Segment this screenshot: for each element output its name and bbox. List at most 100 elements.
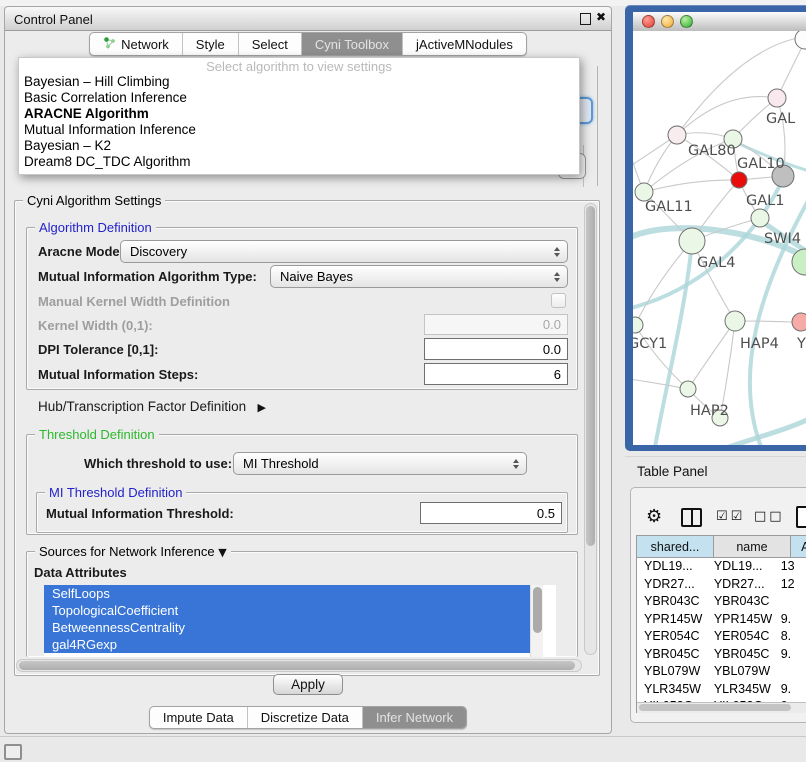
column-header-name[interactable]: name — [714, 536, 791, 558]
mi-algorithm-type-label: Mutual Information Algorithm Type: — [38, 269, 257, 284]
manual-kernel-width-checkbox[interactable] — [551, 293, 566, 308]
network-node-hap4[interactable] — [725, 311, 745, 331]
table-row[interactable]: YDR27...YDR27...12 — [637, 576, 806, 594]
table-row[interactable]: YDL19...YDL19...13 — [637, 558, 806, 576]
settings-vertical-scrollbar-thumb[interactable] — [586, 206, 595, 546]
table-row[interactable]: YPR145WYPR145W9. — [637, 611, 806, 629]
network-node-gal80[interactable] — [668, 126, 686, 144]
node-label-y: Y — [796, 336, 806, 352]
close-traffic-light-icon[interactable] — [642, 15, 655, 28]
stepper-arrows-icon — [513, 459, 519, 469]
network-window-titlebar[interactable] — [633, 12, 806, 32]
table-row[interactable]: YLR345WYLR345W9. — [637, 681, 806, 699]
node-label-hap2: HAP2 — [690, 403, 729, 419]
table-cell: 12 — [777, 576, 806, 594]
algorithm-option-basic-correlation-inference[interactable]: Basic Correlation Inference — [19, 90, 579, 106]
table-row[interactable]: YER054CYER054C8. — [637, 628, 806, 646]
table-horizontal-scrollbar[interactable] — [637, 702, 806, 713]
table-row[interactable]: YBL079WYBL079W — [637, 663, 806, 681]
kernel-width-field[interactable] — [424, 314, 568, 335]
mi-threshold-field[interactable] — [420, 502, 562, 524]
network-node-top-partial[interactable] — [795, 31, 806, 49]
network-node-swi4[interactable] — [751, 209, 769, 227]
bottom-divider — [0, 736, 806, 737]
network-canvas[interactable]: GALGAL80GAL10GAL1GAL11SWI4GAL4GCY1HAP4YH… — [633, 31, 806, 445]
data-attributes-label: Data Attributes — [34, 565, 127, 580]
tab-cyni-toolbox[interactable]: Cyni Toolbox — [301, 33, 402, 55]
algorithm-definition-title: Algorithm Definition — [35, 220, 156, 235]
settings-horizontal-scrollbar[interactable] — [16, 659, 582, 672]
attributes-scrollbar[interactable] — [530, 585, 543, 657]
algorithm-option-bayesian-hill-climbing[interactable]: Bayesian – Hill Climbing — [19, 74, 579, 90]
table-cell: 13 — [777, 558, 806, 576]
algorithm-option-dream8-dc-tdc-algorithm[interactable]: Dream8 DC_TDC Algorithm — [19, 154, 579, 170]
zoom-traffic-light-icon[interactable] — [680, 15, 693, 28]
attributes-scrollbar-thumb[interactable] — [533, 587, 542, 633]
table-cell: 9. — [777, 611, 806, 629]
tab-impute-data[interactable]: Impute Data — [150, 707, 247, 728]
mi-steps-field[interactable] — [424, 363, 568, 385]
node-label-gal1: GAL1 — [746, 193, 784, 209]
close-icon[interactable]: ✖ — [596, 11, 606, 23]
table-cell: YER054C — [707, 628, 777, 646]
stepper-arrows-icon — [554, 247, 560, 257]
attribute-item-gal4rgexp[interactable]: gal4RGexp — [44, 636, 531, 653]
bottom-tab-bar: Impute DataDiscretize Data Infer Network — [149, 706, 467, 729]
minimize-traffic-light-icon[interactable] — [661, 15, 674, 28]
table-panel-title: Table Panel — [637, 464, 708, 479]
tab-jactivemnodules[interactable]: jActiveMNodules — [402, 33, 526, 55]
tab-discretize-data[interactable]: Discretize Data — [247, 707, 362, 728]
collapsed-panel-icon[interactable] — [4, 744, 22, 760]
tab-infer-network[interactable]: Infer Network — [362, 707, 466, 728]
algorithm-option-bayesian-k2[interactable]: Bayesian – K2 — [19, 138, 579, 154]
algorithm-option-aracne-algorithm[interactable]: ARACNE Algorithm — [19, 106, 579, 122]
table-cell: YBR043C — [637, 593, 707, 611]
tab-select[interactable]: Select — [238, 33, 301, 55]
tab-label: Infer Network — [376, 710, 453, 725]
float-window-icon[interactable] — [580, 13, 591, 25]
select-all-checkboxes-icon[interactable]: ☑☑ — [716, 509, 745, 524]
covered-groupbox-border — [597, 66, 598, 186]
tab-label: Select — [252, 37, 288, 52]
mi-threshold-label: Mutual Information Threshold: — [46, 506, 234, 521]
split-columns-icon[interactable] — [681, 508, 702, 527]
attribute-item-betweennesscentrality[interactable]: BetweennessCentrality — [44, 619, 531, 636]
page-icon[interactable] — [796, 506, 806, 528]
dpi-tolerance-field[interactable] — [424, 338, 568, 360]
table-horizontal-scrollbar-thumb[interactable] — [639, 704, 791, 711]
which-threshold-value: MI Threshold — [243, 456, 319, 471]
table-settings-gear-icon[interactable]: ⚙ — [646, 506, 662, 527]
table-row[interactable]: YBR045CYBR045C9. — [637, 646, 806, 664]
tab-style[interactable]: Style — [182, 33, 238, 55]
network-node-gcy1[interactable] — [633, 317, 643, 333]
control-panel-titlebar[interactable] — [5, 7, 611, 31]
which-threshold-label: Which threshold to use: — [84, 456, 232, 471]
network-node-hap2[interactable] — [680, 381, 696, 397]
column-header-a[interactable]: A... — [791, 536, 806, 558]
column-header-shared[interactable]: shared... — [637, 536, 714, 558]
network-node-gal4[interactable] — [679, 228, 705, 254]
tab-network[interactable]: Network — [90, 33, 182, 55]
algorithm-option-mutual-information-inference[interactable]: Mutual Information Inference — [19, 122, 579, 138]
attribute-item-selfloops[interactable]: SelfLoops — [44, 585, 531, 602]
settings-vertical-scrollbar[interactable] — [584, 203, 597, 655]
expanded-arrow-icon: ▼ — [218, 546, 226, 559]
attribute-item-topologicalcoefficient[interactable]: TopologicalCoefficient — [44, 602, 531, 619]
apply-button[interactable]: Apply — [273, 674, 343, 695]
table-row[interactable]: YBR043CYBR043C — [637, 593, 806, 611]
aracne-mode-combobox[interactable]: Discovery — [120, 240, 568, 263]
which-threshold-combobox[interactable]: MI Threshold — [233, 452, 527, 475]
hub-definition-section[interactable]: Hub/Transcription Factor Definition ▶ — [38, 398, 266, 416]
data-attributes-list[interactable]: SelfLoopsTopologicalCoefficientBetweenne… — [44, 585, 556, 657]
network-node-red-selected[interactable] — [731, 172, 747, 188]
settings-horizontal-scrollbar-thumb[interactable] — [19, 661, 575, 670]
tab-label: Style — [196, 37, 225, 52]
algorithm-dropdown-list: Select algorithm to view settings Bayesi… — [18, 57, 580, 175]
panel-split-divider — [625, 456, 806, 457]
deselect-all-checkboxes-icon[interactable]: □□ — [754, 509, 785, 524]
mi-algorithm-type-combobox[interactable]: Naive Bayes — [270, 265, 568, 288]
network-node-pink-top[interactable] — [768, 89, 786, 107]
network-node-salmon[interactable] — [792, 313, 806, 331]
sources-group-title[interactable]: Sources for Network Inference ▼ — [35, 544, 231, 559]
node-table: shared...nameA... YDL19...YDL19...13YDR2… — [636, 535, 806, 713]
